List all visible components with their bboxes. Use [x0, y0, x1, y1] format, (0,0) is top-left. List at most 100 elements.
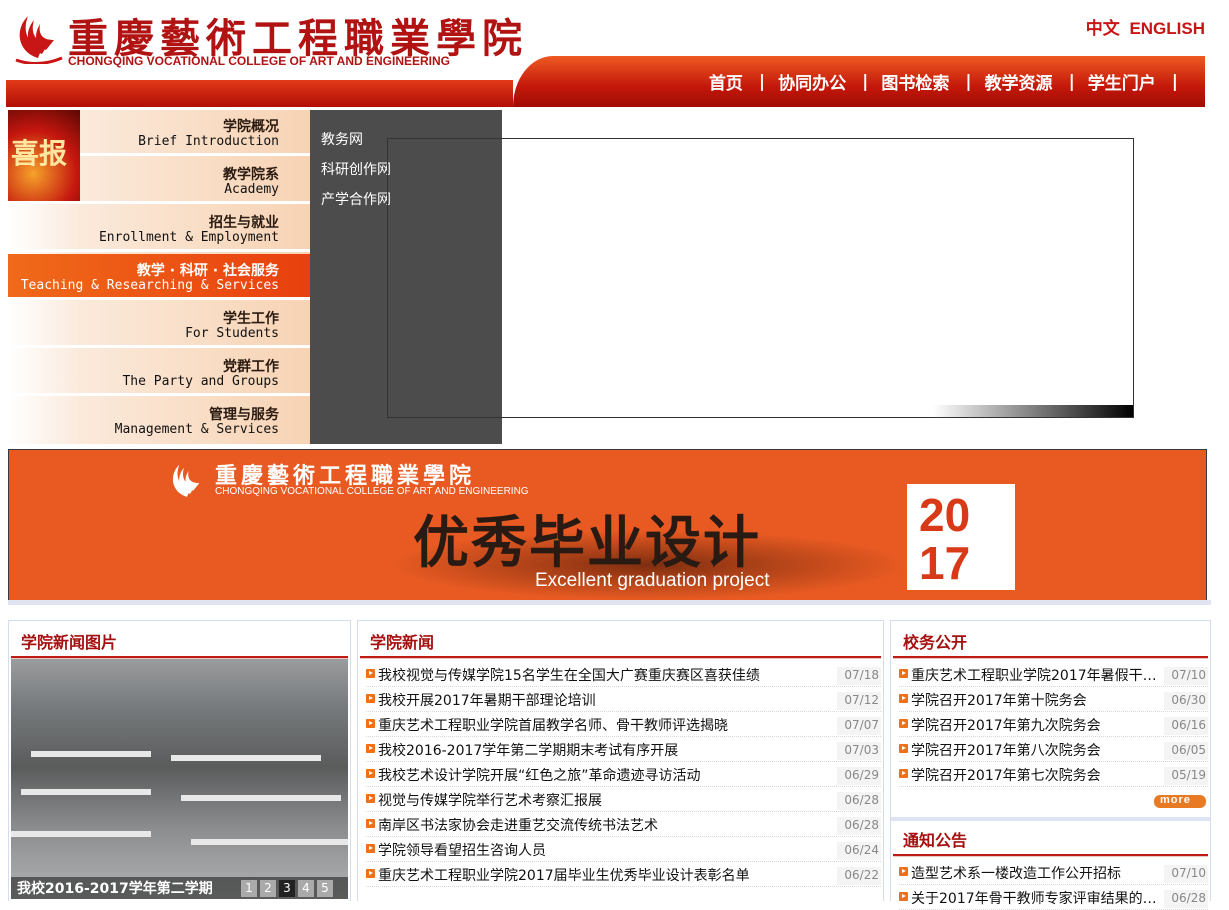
panel-title[interactable]: 学院新闻 [370, 629, 434, 653]
photo-page-4[interactable]: 4 [298, 880, 314, 897]
submenu-academic-affairs[interactable]: 教务网 [321, 129, 363, 149]
news-item[interactable]: 重庆艺术工程职业学院首届教学名师、骨干教师评选揭晓 07/07 [366, 711, 881, 737]
college-emblem-icon [172, 464, 200, 497]
submenu-industry-cooperation[interactable]: 产学合作网 [321, 189, 391, 209]
news-item[interactable]: 重庆艺术工程职业学院2017届毕业生优秀毕业设计表彰名单 06/22 [366, 861, 881, 887]
news-item-date: 07/03 [837, 742, 881, 760]
nav-separator: | [965, 71, 972, 92]
photo-desk [11, 831, 151, 837]
divider [8, 249, 310, 252]
notice-item-title[interactable]: 关于2017年骨干教师专家评审结果的公示 [911, 888, 1163, 908]
affairs-item-date: 06/05 [1164, 742, 1208, 760]
divider [8, 297, 310, 300]
affairs-item-title[interactable]: 学院召开2017年第八次院务会 [911, 740, 1163, 760]
news-item[interactable]: 我校2016-2017学年第二学期期末考试有序开展 07/03 [366, 736, 881, 762]
panel-title[interactable]: 通知公告 [903, 827, 967, 851]
panel-title[interactable]: 学院新闻图片 [21, 629, 117, 653]
news-item-title[interactable]: 我校开展2017年暑期干部理论培训 [378, 690, 838, 710]
news-item-date: 07/12 [837, 692, 881, 710]
news-item[interactable]: 我校视觉与传媒学院15名学生在全国大广赛重庆赛区喜获佳绩 07/18 [366, 661, 881, 687]
news-item[interactable]: 学院领导看望招生咨询人员 06/24 [366, 836, 881, 862]
panel-title[interactable]: 校务公开 [903, 629, 967, 653]
photo-page-1[interactable]: 1 [241, 880, 257, 897]
nav-separator: | [1068, 71, 1075, 92]
news-item-title[interactable]: 学院领导看望招生咨询人员 [378, 840, 838, 860]
news-item-title[interactable]: 重庆艺术工程职业学院首届教学名师、骨干教师评选揭晓 [378, 715, 838, 735]
affairs-item[interactable]: 学院召开2017年第七次院务会 05/19 [899, 761, 1208, 787]
notice-item[interactable]: 关于2017年骨干教师专家评审结果的公示 06/28 [899, 884, 1208, 910]
arrow-bullet-icon [899, 694, 908, 703]
more-button[interactable]: more [1154, 794, 1206, 808]
affairs-item[interactable]: 学院召开2017年第九次院务会 06/16 [899, 711, 1208, 737]
divider [891, 817, 1210, 821]
left-nav-brief-introduction[interactable]: 学院概况 Brief Introduction [8, 110, 310, 156]
news-item-date: 06/29 [837, 767, 881, 785]
lang-chinese-link[interactable]: 中文 [1086, 19, 1120, 38]
left-nav-academy[interactable]: 教学院系 Academy [8, 158, 310, 204]
notice-item-title[interactable]: 造型艺术系一楼改造工作公开招标 [911, 863, 1163, 883]
photo-caption[interactable]: 我校2016-2017学年第二学期 [17, 878, 213, 898]
banner-year-bottom: 17 [919, 537, 971, 589]
lang-english-link[interactable]: ENGLISH [1129, 19, 1205, 38]
news-item-title[interactable]: 我校视觉与传媒学院15名学生在全国大广赛重庆赛区喜获佳绩 [378, 665, 838, 685]
arrow-bullet-icon [899, 669, 908, 678]
news-item-title[interactable]: 南岸区书法家协会走进重艺交流传统书法艺术 [378, 815, 838, 835]
news-item[interactable]: 南岸区书法家协会走进重艺交流传统书法艺术 06/28 [366, 811, 881, 837]
affairs-item-date: 07/10 [1164, 667, 1208, 685]
nav-home[interactable]: 首页 [709, 69, 743, 94]
graduation-banner[interactable]: 重慶藝術工程職業學院 CHONGQING VOCATIONAL COLLEGE … [8, 449, 1207, 602]
left-nav-management[interactable]: 管理与服务 Management & Services [8, 398, 310, 442]
divider [80, 153, 310, 156]
left-nav-students[interactable]: 学生工作 For Students [8, 302, 310, 348]
left-nav-label-cn: 党群工作 [223, 359, 279, 375]
news-item-title[interactable]: 视觉与传媒学院举行艺术考察汇报展 [378, 790, 838, 810]
arrow-bullet-icon [366, 719, 375, 728]
news-item[interactable]: 视觉与传媒学院举行艺术考察汇报展 06/28 [366, 786, 881, 812]
nav-teaching-resources[interactable]: 教学资源 [985, 69, 1053, 94]
banner-year-badge: 20 17 [907, 484, 1015, 590]
news-item-date: 07/07 [837, 717, 881, 735]
left-nav-label-en: Management & Services [114, 422, 279, 437]
nav-separator: | [758, 71, 766, 92]
affairs-item-title[interactable]: 学院召开2017年第十院务会 [911, 690, 1163, 710]
news-item-date: 06/24 [837, 842, 881, 860]
affairs-item[interactable]: 重庆艺术工程职业学院2017年暑假干部… 07/10 [899, 661, 1208, 687]
nav-separator: | [862, 71, 869, 92]
left-nav-label-cn: 教学 · 科研 · 社会服务 [136, 263, 279, 279]
affairs-item[interactable]: 学院召开2017年第十院务会 06/30 [899, 686, 1208, 712]
news-item[interactable]: 我校艺术设计学院开展“红色之旅”革命遗迹寻访活动 06/29 [366, 761, 881, 787]
nav-office[interactable]: 协同办公 [778, 69, 846, 94]
divider [8, 393, 310, 396]
nav-library-search[interactable]: 图书检索 [881, 69, 949, 94]
affairs-item-title[interactable]: 学院召开2017年第九次院务会 [911, 715, 1163, 735]
news-item-title[interactable]: 我校2016-2017学年第二学期期末考试有序开展 [378, 740, 838, 760]
left-nav-enrollment[interactable]: 招生与就业 Enrollment & Employment [8, 206, 310, 252]
left-nav-teaching-research[interactable]: 教学 · 科研 · 社会服务 Teaching & Researching & … [8, 254, 310, 300]
news-item-title[interactable]: 我校艺术设计学院开展“红色之旅”革命遗迹寻访活动 [378, 765, 838, 785]
divider [8, 345, 310, 348]
photo-page-3[interactable]: 3 [279, 880, 295, 897]
photo-desk [31, 751, 151, 757]
news-item-date: 06/28 [837, 792, 881, 810]
notice-item[interactable]: 造型艺术系一楼改造工作公开招标 07/10 [899, 859, 1208, 885]
arrow-bullet-icon [899, 744, 908, 753]
arrow-bullet-icon [899, 892, 908, 901]
left-nav-party-groups[interactable]: 党群工作 The Party and Groups [8, 350, 310, 396]
nav-student-portal[interactable]: 学生门户 [1088, 69, 1156, 94]
photo-page-5[interactable]: 5 [317, 880, 333, 897]
news-item-title[interactable]: 重庆艺术工程职业学院2017届毕业生优秀毕业设计表彰名单 [378, 865, 838, 885]
affairs-item-title[interactable]: 学院召开2017年第七次院务会 [911, 765, 1163, 785]
photo-page-2[interactable]: 2 [260, 880, 276, 897]
main-nav-bar: 首页 | 协同办公 | 图书检索 | 教学资源 | 学生门户 | [513, 56, 1205, 107]
affairs-item[interactable]: 学院召开2017年第八次院务会 06/05 [899, 736, 1208, 762]
arrow-bullet-icon [899, 867, 908, 876]
submenu-research-creation[interactable]: 科研创作网 [321, 159, 391, 179]
left-nav-label-cn: 学院概况 [223, 119, 279, 135]
news-photo-slideshow[interactable]: 我校2016-2017学年第二学期 1 2 3 4 5 [11, 659, 348, 899]
banner-year-top: 20 [919, 489, 971, 541]
arrow-bullet-icon [366, 844, 375, 853]
affairs-item-title[interactable]: 重庆艺术工程职业学院2017年暑假干部… [911, 665, 1163, 685]
arrow-bullet-icon [366, 694, 375, 703]
header-left-strip [6, 80, 513, 107]
news-item[interactable]: 我校开展2017年暑期干部理论培训 07/12 [366, 686, 881, 712]
